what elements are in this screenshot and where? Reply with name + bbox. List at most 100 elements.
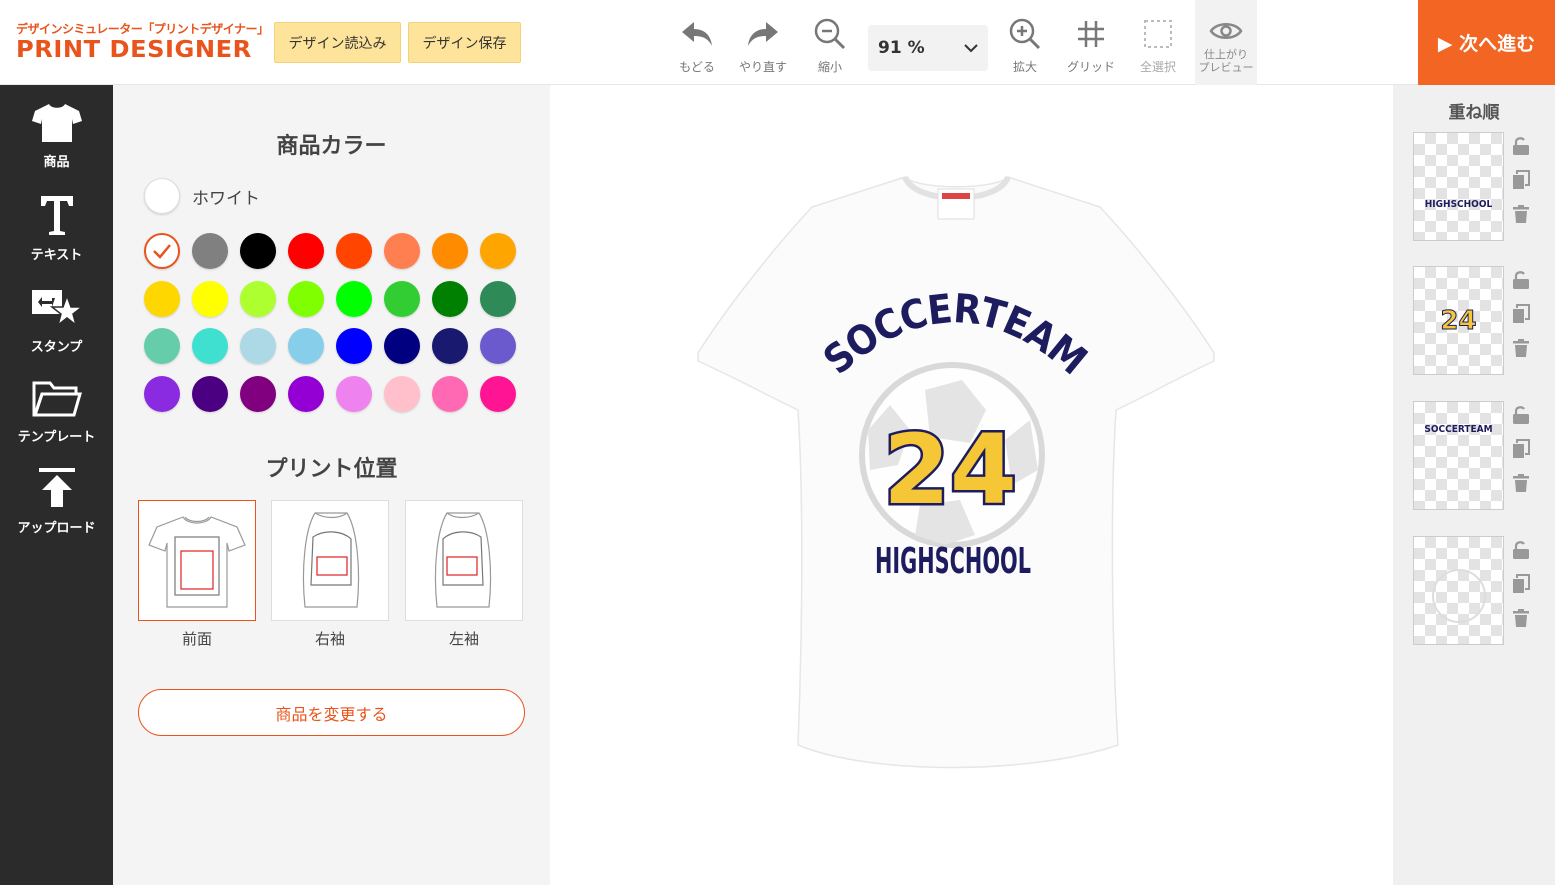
save-design-button[interactable]: デザイン保存 — [408, 22, 521, 63]
color-swatch[interactable] — [384, 375, 420, 412]
logo-title: PRINT DESIGNER — [16, 37, 252, 63]
color-swatch-selected[interactable] — [144, 233, 180, 269]
preview-button[interactable]: 仕上がり プレビュー — [1195, 0, 1257, 85]
color-swatch[interactable] — [288, 375, 324, 412]
layer-preview-text: HIGHSCHOOL — [1424, 199, 1493, 210]
trash-icon[interactable] — [1511, 473, 1531, 493]
color-swatch[interactable] — [336, 375, 372, 412]
zoom-in-button[interactable]: 拡大 — [992, 0, 1058, 85]
zoom-select[interactable]: 91 % — [868, 25, 988, 71]
rail-label-product: 商品 — [43, 155, 70, 170]
front-tshirt-diagram — [148, 515, 246, 608]
trash-icon[interactable] — [1511, 204, 1531, 224]
load-design-button[interactable]: デザイン読込み — [274, 22, 401, 63]
copy-icon[interactable] — [1511, 439, 1531, 459]
selected-color[interactable]: ホワイト — [144, 178, 260, 214]
layer-panel-title: 重ね順 — [1448, 103, 1500, 123]
color-swatch[interactable] — [288, 328, 324, 364]
tshirt-mockup: SOCCERTEAM 24 HIGHSCHOOL — [697, 175, 1215, 769]
preview-label-2: プレビュー — [1198, 61, 1254, 74]
color-swatch[interactable] — [480, 328, 516, 364]
rail-label-text: テキスト — [30, 248, 83, 263]
position-right-sleeve-card[interactable] — [271, 500, 389, 621]
color-swatch[interactable] — [432, 233, 468, 269]
layer-thumb-ball[interactable] — [1413, 536, 1504, 645]
color-swatch[interactable] — [336, 280, 372, 317]
print-position-title: プリント位置 — [265, 457, 398, 482]
trash-icon[interactable] — [1511, 608, 1531, 628]
color-swatch[interactable] — [432, 328, 468, 364]
unlock-icon[interactable] — [1511, 540, 1531, 560]
rail-item-product[interactable]: 商品 — [0, 103, 113, 170]
chevron-down-icon — [964, 38, 978, 58]
color-swatch[interactable] — [432, 375, 468, 412]
copy-icon[interactable] — [1511, 304, 1531, 324]
color-swatch[interactable] — [144, 328, 180, 364]
select-all-icon — [1143, 16, 1173, 52]
color-swatch[interactable] — [384, 328, 420, 364]
color-swatch[interactable] — [144, 375, 180, 412]
color-swatch[interactable] — [144, 280, 180, 317]
design-canvas[interactable]: SOCCERTEAM 24 HIGHSCHOOL — [550, 85, 1393, 885]
folder-icon — [32, 380, 82, 422]
select-all-button[interactable]: 全選択 — [1125, 0, 1191, 85]
color-swatch[interactable] — [240, 375, 276, 412]
rail-label-upload: アップロード — [17, 521, 96, 536]
left-rail: 商品 テキスト スタンプ テンプレート アップロード — [0, 85, 113, 885]
grid-button[interactable]: グリッド — [1058, 0, 1124, 85]
layer-preview-ball — [1431, 568, 1486, 623]
zoom-out-button[interactable]: 縮小 — [797, 0, 863, 85]
color-swatch[interactable] — [480, 280, 516, 317]
bottom-text[interactable]: HIGHSCHOOL — [875, 541, 1031, 582]
logo-subtitle: デザインシミュレーター「プリントデザイナー」 — [16, 22, 269, 36]
color-swatch[interactable] — [192, 233, 228, 269]
redo-icon — [746, 16, 780, 52]
undo-icon — [680, 16, 714, 52]
unlock-icon[interactable] — [1511, 405, 1531, 425]
color-swatch[interactable] — [336, 233, 372, 269]
color-swatch[interactable] — [336, 328, 372, 364]
color-swatch[interactable] — [480, 233, 516, 269]
color-swatch[interactable] — [288, 280, 324, 317]
color-swatch[interactable] — [384, 233, 420, 269]
logo[interactable]: デザインシミュレーター「プリントデザイナー」 PRINT DESIGNER — [16, 20, 269, 63]
redo-button[interactable]: やり直す — [730, 0, 796, 85]
white-color-dot — [144, 178, 180, 214]
trash-icon[interactable] — [1511, 338, 1531, 358]
selected-color-name: ホワイト — [192, 188, 260, 209]
layer-thumb-soccerteam[interactable]: SOCCERTEAM — [1413, 401, 1504, 510]
color-swatch[interactable] — [240, 328, 276, 364]
copy-icon[interactable] — [1511, 574, 1531, 594]
position-right-sleeve-label: 右袖 — [314, 630, 345, 648]
color-swatch[interactable] — [192, 375, 228, 412]
layer-preview-number: 24 — [1440, 305, 1477, 336]
upload-icon — [37, 467, 77, 513]
zoom-in-icon — [1009, 16, 1041, 52]
rail-item-upload[interactable]: アップロード — [0, 467, 113, 536]
color-swatch[interactable] — [192, 280, 228, 317]
select-all-label: 全選択 — [1139, 60, 1176, 74]
color-swatch[interactable] — [480, 375, 516, 412]
color-swatch[interactable] — [288, 233, 324, 269]
color-swatch[interactable] — [240, 233, 276, 269]
next-button[interactable]: ▶ 次へ進む — [1418, 0, 1555, 85]
right-sleeve-diagram — [302, 511, 360, 608]
zoom-out-label: 縮小 — [817, 60, 842, 74]
color-swatch[interactable] — [432, 280, 468, 317]
position-left-sleeve-card[interactable] — [405, 500, 523, 621]
color-swatch[interactable] — [384, 280, 420, 317]
copy-icon[interactable] — [1511, 170, 1531, 190]
unlock-icon[interactable] — [1511, 270, 1531, 290]
unlock-icon[interactable] — [1511, 136, 1531, 156]
position-front-card[interactable] — [138, 500, 256, 621]
color-swatch[interactable] — [192, 328, 228, 364]
color-swatch[interactable] — [240, 280, 276, 317]
layer-thumb-highschool[interactable]: HIGHSCHOOL — [1413, 132, 1504, 241]
jersey-number[interactable]: 24 — [881, 412, 1020, 529]
undo-button[interactable]: もどる — [664, 0, 730, 85]
change-product-button[interactable]: 商品を変更する — [138, 689, 525, 736]
rail-item-stamp[interactable]: スタンプ — [0, 288, 113, 355]
rail-item-text[interactable]: テキスト — [0, 194, 113, 263]
layer-thumb-number[interactable]: 24 — [1413, 266, 1504, 375]
rail-item-template[interactable]: テンプレート — [0, 380, 113, 445]
